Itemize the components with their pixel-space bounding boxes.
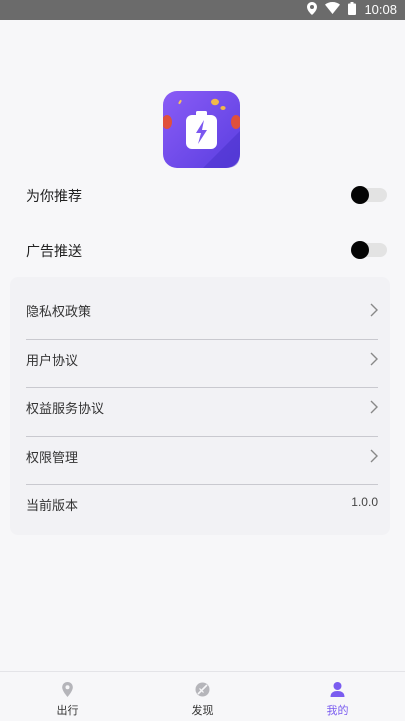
switch-knob bbox=[351, 186, 369, 204]
bottom-tab-bar: 出行 发现 我的 bbox=[0, 671, 405, 721]
version-value: 1.0.0 bbox=[351, 495, 378, 509]
chevron-right-icon bbox=[370, 302, 378, 317]
menu-item-privacy-policy[interactable]: 隐私权政策 bbox=[26, 286, 378, 334]
switch-knob bbox=[351, 241, 369, 259]
ad-push-switch[interactable] bbox=[351, 241, 387, 259]
settings-menu-card: 隐私权政策 用户协议 权益服务协议 权限管理 当前版本 1.0.0 bbox=[10, 277, 390, 535]
recommend-switch[interactable] bbox=[351, 186, 387, 204]
menu-item-label: 权限管理 bbox=[26, 451, 79, 466]
tab-label: 发现 bbox=[191, 704, 214, 717]
menu-item-user-agreement[interactable]: 用户协议 bbox=[26, 335, 378, 383]
version-label: 当前版本 bbox=[26, 499, 79, 514]
location-icon bbox=[307, 1, 318, 19]
battery-icon bbox=[348, 1, 357, 19]
menu-item-permission-management[interactable]: 权限管理 bbox=[26, 432, 378, 480]
version-row: 当前版本 1.0.0 bbox=[26, 480, 378, 528]
location-pin-icon bbox=[59, 681, 76, 698]
tab-label: 我的 bbox=[326, 704, 349, 717]
tab-label: 出行 bbox=[56, 704, 79, 717]
tab-travel[interactable]: 出行 bbox=[0, 672, 135, 721]
chevron-right-icon bbox=[370, 448, 378, 463]
status-bar: 10:08 bbox=[0, 0, 405, 20]
app-logo bbox=[162, 91, 241, 168]
recommend-toggle-row[interactable]: 为你推荐 bbox=[0, 181, 405, 211]
menu-item-label: 隐私权政策 bbox=[26, 305, 92, 320]
ad-push-label: 广告推送 bbox=[26, 244, 82, 260]
chevron-right-icon bbox=[370, 351, 378, 366]
compass-icon bbox=[194, 681, 211, 698]
chevron-right-icon bbox=[370, 399, 378, 414]
menu-item-service-agreement[interactable]: 权益服务协议 bbox=[26, 383, 378, 431]
user-icon bbox=[329, 681, 346, 698]
wifi-icon bbox=[325, 2, 341, 18]
tab-discover[interactable]: 发现 bbox=[135, 672, 270, 721]
ad-push-toggle-row[interactable]: 广告推送 bbox=[0, 236, 405, 266]
menu-item-label: 用户协议 bbox=[26, 354, 79, 369]
menu-item-label: 权益服务协议 bbox=[26, 402, 105, 417]
recommend-label: 为你推荐 bbox=[26, 189, 82, 205]
status-time: 10:08 bbox=[364, 2, 397, 17]
tab-mine[interactable]: 我的 bbox=[270, 672, 405, 721]
